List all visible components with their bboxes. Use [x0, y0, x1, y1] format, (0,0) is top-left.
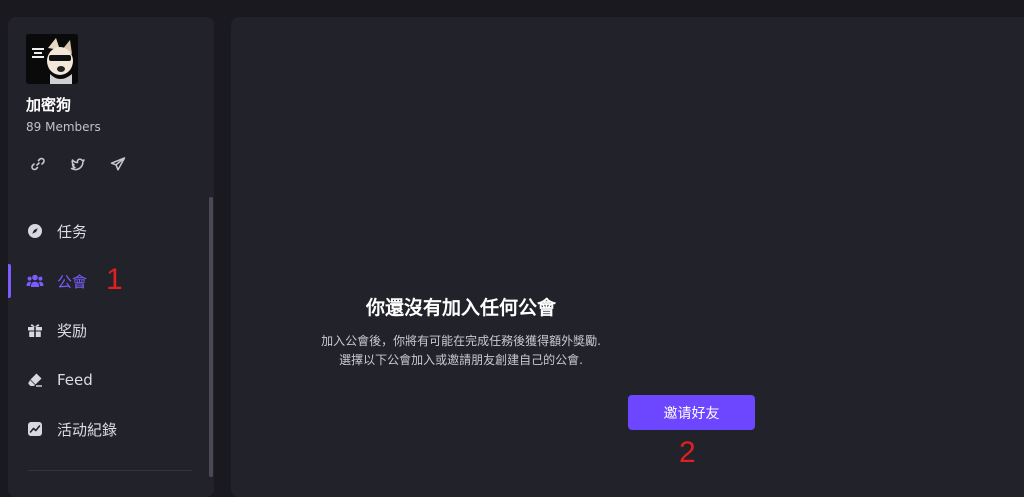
sidebar-item-label: 任务 [57, 222, 88, 241]
link-icon[interactable] [27, 153, 49, 175]
sidebar-divider [28, 470, 192, 471]
twitter-icon[interactable] [67, 153, 89, 175]
annotation-marker: 1 [106, 263, 123, 296]
annotation-marker: 2 [679, 436, 696, 469]
telegram-icon[interactable] [107, 153, 129, 175]
eraser-icon [26, 371, 44, 389]
chart-icon [26, 420, 44, 438]
empty-state-description: 選擇以下公會加入或邀請朋友創建自己的公會. [339, 353, 583, 367]
guild-avatar [26, 34, 78, 84]
sidebar-item-activity[interactable]: 活动紀錄 [8, 411, 208, 447]
sidebar-item-quests[interactable]: 任务 [8, 213, 208, 249]
member-count: 89 Members [26, 120, 101, 134]
people-icon [26, 272, 44, 290]
sidebar-item-label: Feed [57, 371, 93, 389]
sidebar-item-label: 活动紀錄 [57, 420, 118, 439]
compass-icon [26, 222, 44, 240]
empty-state-title: 你還沒有加入任何公會 [365, 297, 556, 319]
sidebar: 加密狗 89 Members 任务 公會 奖励 Feed 活动紀錄 [8, 17, 214, 497]
sidebar-item-label: 公會 [57, 272, 88, 291]
empty-state-description: 加入公會後，你將有可能在完成任務後獲得額外獎勵. [321, 334, 601, 348]
invite-friends-button[interactable]: 邀请好友 [628, 395, 755, 430]
guild-name: 加密狗 [26, 96, 72, 114]
